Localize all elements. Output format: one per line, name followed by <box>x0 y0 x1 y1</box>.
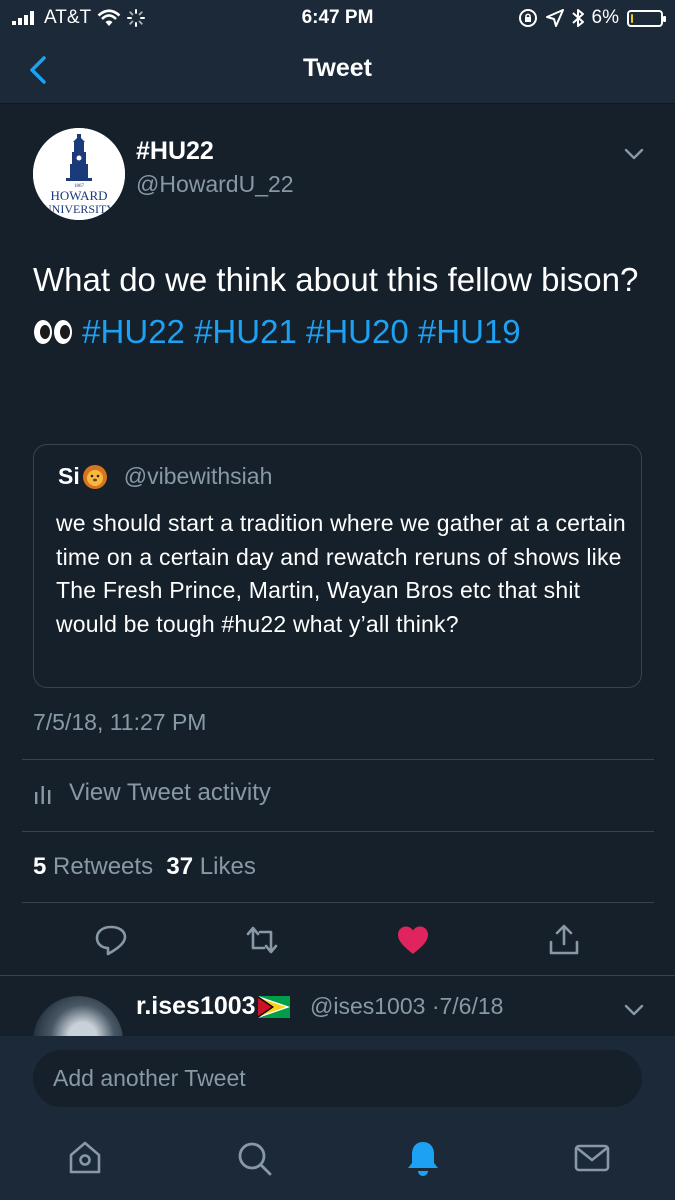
battery-percent: 6% <box>591 7 619 28</box>
chevron-down-icon[interactable] <box>622 146 646 162</box>
quoted-tweet-header: Si @vibewithsiah <box>58 463 272 490</box>
quoted-tweet-text: we should start a tradition where we gat… <box>56 510 626 637</box>
retweet-icon[interactable] <box>244 922 280 958</box>
page-title: Tweet <box>303 54 372 82</box>
quoted-display-name: Si <box>58 463 80 489</box>
quoted-tweet[interactable]: Si @vibewithsiah we should start a tradi… <box>33 444 642 688</box>
compose-bar <box>0 1036 675 1120</box>
retweet-count[interactable]: 5 <box>33 853 46 880</box>
home-icon[interactable] <box>65 1138 105 1178</box>
hashtag-link[interactable]: #HU22 <box>82 313 185 350</box>
reply-handle: @ises1003 <box>310 993 426 1019</box>
hashtag-link[interactable]: #HU19 <box>418 313 521 350</box>
search-icon[interactable] <box>234 1138 274 1178</box>
reply-display-name-row: r.ises1003 <box>136 992 290 1021</box>
quoted-handle: @vibewithsiah <box>123 463 273 489</box>
location-arrow-icon <box>545 9 564 27</box>
battery-icon <box>627 9 666 27</box>
engagement-counts: 5 Retweets 37 Likes <box>33 853 256 881</box>
battery-level <box>631 13 633 23</box>
like-heart-icon[interactable] <box>395 922 431 958</box>
status-bar: AT&T 6:47 PM 6% <box>0 0 675 36</box>
reply-icon[interactable] <box>93 922 129 958</box>
analytics-bars-icon <box>35 786 51 804</box>
eyes-emoji-icon <box>34 320 72 344</box>
guyana-flag-icon <box>257 995 290 1018</box>
avatar[interactable]: 1867 HOWARD UNIVERSITY <box>33 128 125 220</box>
logo-line2: UNIVERSITY <box>43 202 115 216</box>
lion-face-emoji-icon <box>82 464 107 489</box>
divider <box>22 902 654 903</box>
reply-avatar[interactable] <box>33 996 123 1036</box>
messages-envelope-icon[interactable] <box>572 1138 612 1178</box>
chevron-down-icon[interactable] <box>622 1002 646 1018</box>
display-name[interactable]: #HU22 <box>136 137 214 166</box>
add-tweet-input[interactable] <box>33 1050 642 1107</box>
view-tweet-activity-link[interactable]: View Tweet activity <box>33 779 271 807</box>
tweet-timestamp: 7/5/18, 11:27 PM <box>33 709 207 735</box>
status-right: 6% <box>518 7 666 29</box>
notifications-bell-icon[interactable] <box>403 1138 443 1178</box>
retweets-label[interactable]: Retweets <box>53 853 153 880</box>
howard-university-logo: 1867 HOWARD UNIVERSITY <box>33 128 125 220</box>
share-icon[interactable] <box>546 922 582 958</box>
reply-meta: @ises1003 ·7/6/18 <box>310 993 503 1020</box>
bottom-tab-bar <box>0 1120 675 1200</box>
divider <box>22 759 654 760</box>
like-count[interactable]: 37 <box>166 853 193 880</box>
likes-label[interactable]: Likes <box>200 853 256 880</box>
user-handle[interactable]: @HowardU_22 <box>136 171 294 198</box>
bluetooth-icon <box>571 9 584 27</box>
hashtag-link[interactable]: #HU20 <box>306 313 409 350</box>
tweet-text-body: What do we think about this fellow bison… <box>33 261 639 298</box>
reply-tweet[interactable]: r.ises1003 @ises1003 ·7/6/18 <box>0 976 675 1036</box>
hashtag-link[interactable]: #HU21 <box>194 313 297 350</box>
divider <box>22 831 654 832</box>
view-tweet-activity-label: View Tweet activity <box>69 779 271 806</box>
logo-line1: HOWARD <box>50 188 107 203</box>
rotation-lock-icon <box>518 9 537 27</box>
reply-display-name[interactable]: r.ises1003 <box>136 992 256 1021</box>
nav-bar: Tweet <box>0 36 675 104</box>
reply-date: 7/6/18 <box>439 993 504 1019</box>
tweet-text: What do we think about this fellow bison… <box>33 254 643 358</box>
